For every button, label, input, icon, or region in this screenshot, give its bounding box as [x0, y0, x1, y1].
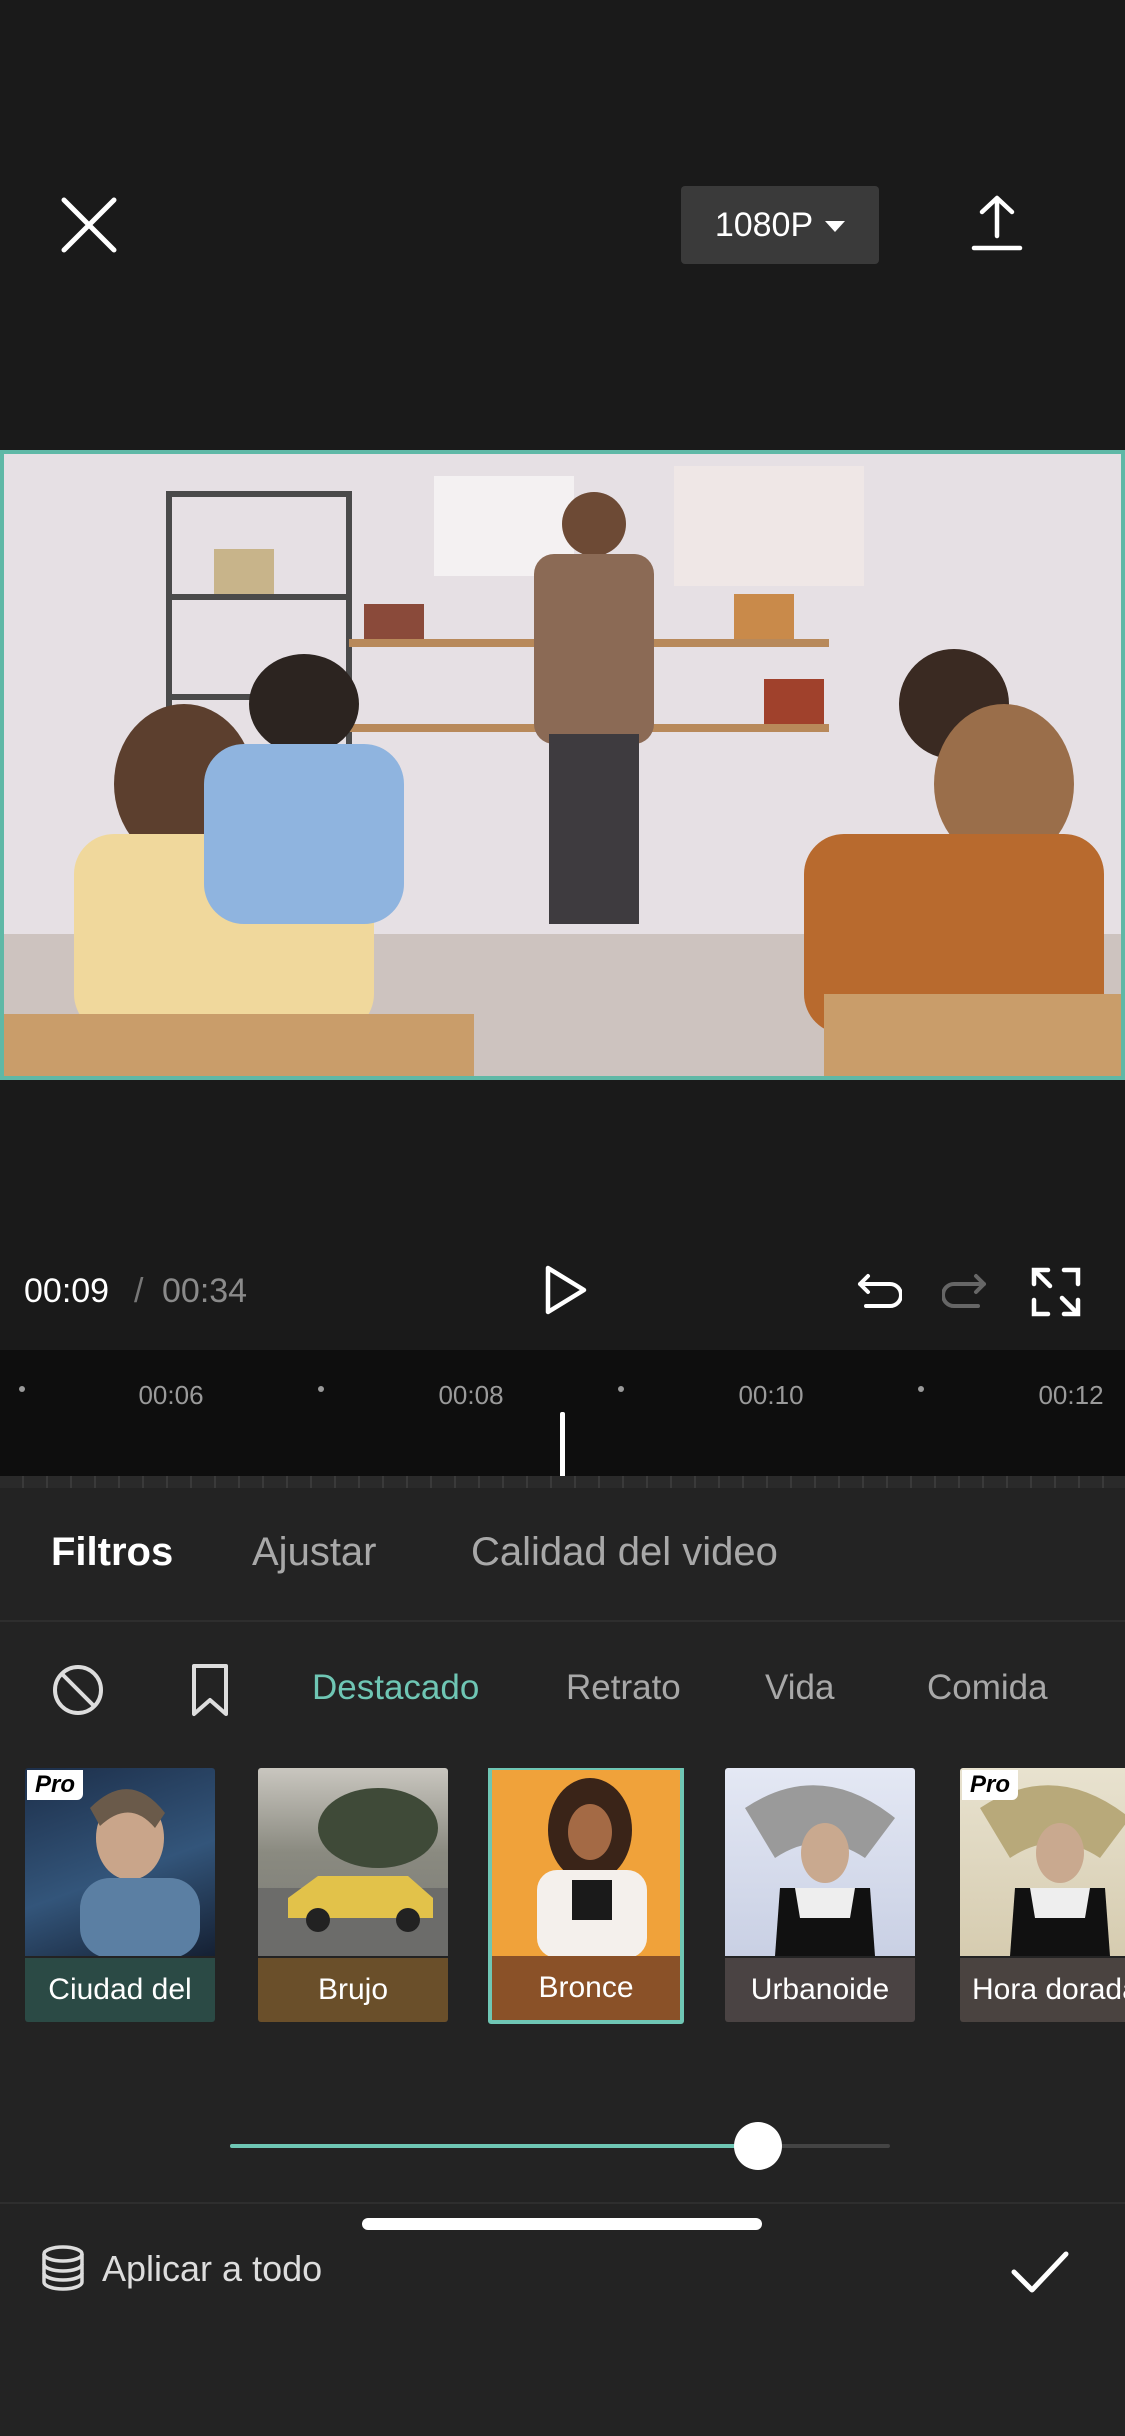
footer-bar: Aplicar a todo [0, 2202, 1125, 2436]
resolution-label: 1080P [714, 205, 814, 244]
filter-item[interactable]: Pro Ciudad del [25, 1768, 215, 2022]
filter-label: Hora dorada [960, 1958, 1125, 2022]
layers-icon [42, 2245, 84, 2291]
category-vida[interactable]: Vida [765, 1668, 834, 1708]
filter-item-selected[interactable]: Bronce [488, 1768, 684, 2024]
tab-bar: Filtros Ajustar Calidad del video [0, 1488, 1125, 1622]
filter-panel: Filtros Ajustar Calidad del video Destac… [0, 1488, 1125, 2436]
checkmark-icon[interactable] [1008, 2240, 1072, 2304]
category-retrato[interactable]: Retrato [566, 1668, 681, 1708]
apply-to-all-label: Aplicar a todo [102, 2248, 323, 2289]
filter-list: Pro Ciudad del Brujo Bronce Urbanoide Pr… [0, 1768, 1125, 2028]
tick-label: 00:12 [1038, 1380, 1104, 1410]
category-destacado[interactable]: Destacado [312, 1668, 479, 1708]
filter-label: Brujo [258, 1958, 448, 2022]
export-icon[interactable] [962, 190, 1032, 260]
fullscreen-icon[interactable] [1030, 1266, 1082, 1318]
bookmark-icon[interactable] [182, 1662, 238, 1718]
filter-item[interactable]: Brujo [258, 1768, 448, 2022]
filter-thumbnail [492, 1770, 680, 1958]
undo-icon[interactable] [852, 1268, 903, 1318]
filter-label: Bronce [492, 1956, 680, 2020]
resolution-button[interactable]: 1080P [681, 186, 879, 264]
tab-ajustar[interactable]: Ajustar [252, 1530, 377, 1575]
caret-down-icon [825, 220, 846, 232]
tab-filtros[interactable]: Filtros [51, 1530, 173, 1575]
no-filter-icon[interactable] [50, 1662, 106, 1718]
tab-calidad-del-video[interactable]: Calidad del video [471, 1530, 778, 1575]
tick-dot [19, 1386, 25, 1392]
current-time: 00:09 [24, 1272, 110, 1310]
redo-icon[interactable] [941, 1268, 992, 1318]
filter-thumbnail [725, 1768, 915, 1956]
apply-to-all-button[interactable]: Aplicar a todo [40, 2244, 322, 2294]
category-comida[interactable]: Comida [927, 1668, 1048, 1708]
pro-badge: Pro [962, 1770, 1019, 1800]
tick-label: 00:10 [738, 1380, 804, 1410]
filter-item[interactable]: Pro Hora dorada [960, 1768, 1125, 2022]
filter-label: Ciudad del [25, 1958, 215, 2022]
filter-item[interactable]: Urbanoide [725, 1768, 915, 2022]
classroom-video-frame [4, 454, 1121, 1076]
play-icon[interactable] [538, 1264, 590, 1316]
filter-thumbnail [258, 1768, 448, 1956]
slider-knob[interactable] [734, 2122, 782, 2170]
top-bar: 1080P [0, 0, 1125, 450]
slider-fill [230, 2144, 758, 2148]
clip-strip[interactable] [0, 1476, 1125, 1488]
tick-label: 00:06 [138, 1380, 204, 1410]
filter-label: Urbanoide [725, 1958, 915, 2022]
tick-dot [618, 1386, 624, 1392]
tick-dot [918, 1386, 924, 1392]
tick-dot [318, 1386, 324, 1392]
home-indicator[interactable] [362, 2218, 762, 2230]
pro-badge: Pro [27, 1770, 84, 1800]
intensity-slider[interactable] [230, 2116, 890, 2176]
time-separator: / [134, 1272, 144, 1310]
video-preview[interactable] [0, 450, 1125, 1080]
total-time: 00:34 [162, 1272, 248, 1310]
timeline-ruler[interactable]: 00:06 00:08 00:10 00:12 [0, 1350, 1125, 1492]
close-icon[interactable] [54, 190, 124, 260]
tick-label: 00:08 [438, 1380, 504, 1410]
player-controls: 00:09 / 00:34 [0, 1220, 1125, 1360]
category-bar: Destacado Retrato Vida Comida [0, 1622, 1125, 1752]
